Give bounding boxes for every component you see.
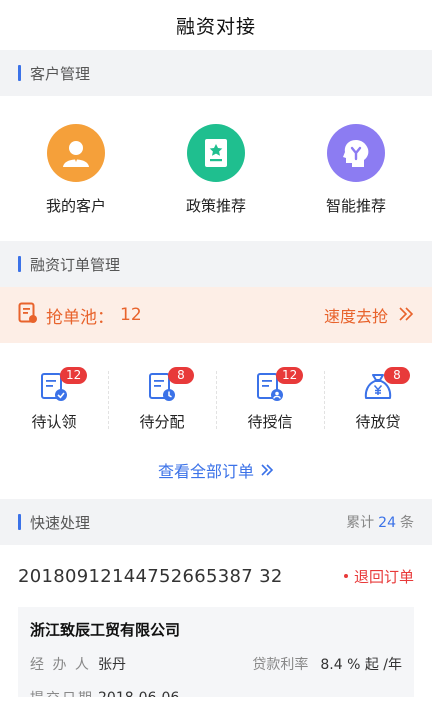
grab-orders-link[interactable]: 速度去抢 bbox=[324, 303, 414, 327]
section-accent-bar bbox=[18, 256, 21, 272]
rate-group: 贷款利率 8.4 % 起 /年 bbox=[252, 654, 402, 674]
order-status-label: 待授信 bbox=[247, 413, 293, 431]
smart-brain-icon bbox=[327, 124, 385, 182]
section-header-quick: 快速处理 累计 24 条 bbox=[0, 499, 432, 545]
order-status-text: 退回订单 bbox=[353, 567, 414, 586]
order-status-label: 待认领 bbox=[31, 413, 77, 431]
customer-shortcuts: 我的客户 政策推荐 智能推荐 bbox=[0, 96, 432, 241]
order-card[interactable]: 20180912144752665387 32 退回订单 浙江致辰工贸有限公司 … bbox=[0, 545, 432, 697]
section-header-orders: 融资订单管理 bbox=[0, 241, 432, 287]
policy-recommend-button[interactable]: 政策推荐 bbox=[152, 124, 280, 241]
count-badge: 8 bbox=[168, 367, 194, 384]
total-prefix: 累计 bbox=[346, 515, 375, 531]
order-pool-label: 抢单池： bbox=[46, 307, 114, 328]
pending-claim-button[interactable]: 12 待认领 bbox=[0, 367, 108, 441]
submit-date-label: 提交日期 bbox=[30, 688, 98, 697]
submit-date-value: 2018-06-06 bbox=[98, 690, 179, 697]
section-header-customer: 客户管理 bbox=[0, 50, 432, 96]
company-name: 浙江致辰工贸有限公司 bbox=[30, 621, 181, 639]
double-chevron-right-icon bbox=[398, 306, 414, 325]
view-all-orders-link[interactable]: 查看全部订单 bbox=[0, 441, 432, 499]
section-title: 客户管理 bbox=[30, 64, 91, 83]
total-number: 24 bbox=[378, 515, 396, 531]
handler-value: 张丹 bbox=[98, 657, 126, 673]
handler-row: 经 办 人 张丹 贷款利率 8.4 % 起 /年 bbox=[30, 654, 402, 674]
page-title: 融资对接 bbox=[175, 15, 256, 38]
grab-orders-label: 速度去抢 bbox=[323, 307, 388, 326]
rate-label: 贷款利率 bbox=[252, 657, 309, 673]
total-count: 累计 24 条 bbox=[346, 512, 414, 532]
shortcut-label: 我的客户 bbox=[45, 197, 106, 215]
section-accent-bar bbox=[18, 65, 21, 81]
section-title: 融资订单管理 bbox=[30, 255, 121, 274]
order-status-badge: 退回订单 bbox=[343, 566, 414, 587]
order-pool-banner[interactable]: 抢单池： 12 速度去抢 bbox=[0, 287, 432, 343]
rate-value: 8.4 % 起 /年 bbox=[320, 657, 402, 673]
order-card-header: 20180912144752665387 32 退回订单 bbox=[18, 545, 414, 607]
status-dot bbox=[343, 574, 348, 578]
order-pool-icon bbox=[18, 302, 38, 328]
count-badge: 8 bbox=[384, 367, 410, 384]
view-all-orders-label: 查看全部订单 bbox=[157, 462, 254, 481]
shortcut-label: 政策推荐 bbox=[185, 197, 246, 215]
pending-credit-button[interactable]: 12 待授信 bbox=[216, 367, 324, 441]
order-status-label: 待分配 bbox=[139, 413, 185, 431]
pending-loan-button[interactable]: 8 待放贷 bbox=[324, 367, 432, 441]
order-status-label: 待放贷 bbox=[355, 413, 401, 431]
my-customers-button[interactable]: 我的客户 bbox=[12, 124, 140, 241]
order-pool-count: 12 bbox=[120, 305, 142, 325]
user-icon bbox=[47, 124, 105, 182]
section-title: 快速处理 bbox=[30, 513, 91, 532]
smart-recommend-button[interactable]: 智能推荐 bbox=[292, 124, 420, 241]
policy-document-icon bbox=[187, 124, 245, 182]
count-badge: 12 bbox=[276, 367, 304, 384]
submit-date-row: 提交日期 2018-06-06 bbox=[30, 688, 402, 697]
order-detail-box: 浙江致辰工贸有限公司 经 办 人 张丹 贷款利率 8.4 % 起 /年 提交日期… bbox=[18, 607, 414, 697]
pending-assign-button[interactable]: 8 待分配 bbox=[108, 367, 216, 441]
handler-label: 经 办 人 bbox=[30, 657, 91, 673]
shortcut-label: 智能推荐 bbox=[325, 197, 386, 215]
order-status-grid: 12 待认领 8 待分配 12 待授信 8 待放贷 bbox=[0, 343, 432, 441]
double-chevron-right-icon bbox=[260, 461, 274, 480]
order-number: 20180912144752665387 32 bbox=[18, 565, 283, 587]
nav-bar: 融资对接 bbox=[0, 0, 432, 50]
count-badge: 12 bbox=[60, 367, 88, 384]
section-accent-bar bbox=[18, 514, 21, 530]
total-suffix: 条 bbox=[400, 515, 414, 531]
